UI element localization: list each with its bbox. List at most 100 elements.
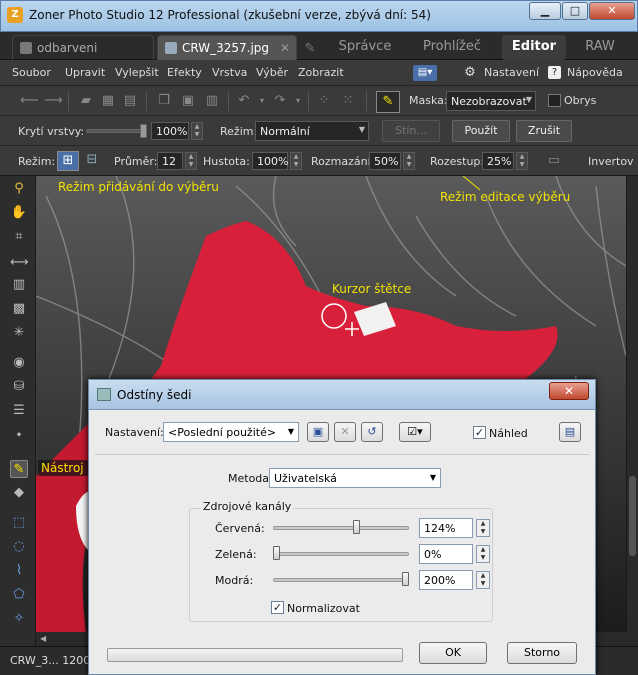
green-channel-slider-thumb[interactable]	[273, 546, 280, 560]
scroll-left-icon[interactable]: ◀	[40, 634, 46, 643]
opacity-stepper[interactable]: ▲ ▼	[191, 122, 203, 140]
diameter-input[interactable]: 12	[157, 152, 183, 170]
straighten-tool-icon[interactable]: ⟷	[10, 254, 29, 272]
vertical-scrollbar[interactable]	[626, 176, 638, 632]
forward-arrow-icon[interactable]: ⟶	[44, 93, 63, 109]
display-mode-icon[interactable]: ▤▾	[413, 65, 437, 81]
spacing-stepper[interactable]: ▲ ▼	[516, 152, 528, 170]
selection-edit-mode-icon[interactable]: ✎	[376, 91, 400, 113]
opacity-slider[interactable]	[86, 129, 146, 133]
delete-preset-icon[interactable]: ✕	[334, 422, 356, 442]
red-channel-slider[interactable]	[273, 526, 409, 530]
healing-tool-icon[interactable]: ☰	[10, 402, 28, 420]
brush-tool-icon[interactable]: ✎	[10, 460, 28, 478]
zoom-tool-icon[interactable]: ⚲	[10, 180, 28, 198]
red-channel-stepper[interactable]: ▲ ▼	[476, 519, 490, 537]
hand-tool-icon[interactable]: ✋	[10, 204, 28, 222]
split-view-icon[interactable]: ▤	[559, 422, 581, 442]
red-channel-slider-thumb[interactable]	[352, 520, 360, 534]
ellipse-selection-tool-icon[interactable]: ◌	[10, 538, 28, 556]
scrollbar-thumb[interactable]	[629, 476, 636, 556]
back-arrow-icon[interactable]: ⟵	[20, 93, 39, 109]
menu-efekty[interactable]: Efekty	[167, 66, 202, 79]
rect-selection-tool-icon[interactable]: ⬚	[10, 514, 28, 532]
menu-upravit[interactable]: Upravit	[65, 66, 105, 79]
blur-stepper[interactable]: ▲ ▼	[403, 152, 415, 170]
save-preset-icon[interactable]: ▣	[307, 422, 329, 442]
menu-napoveda[interactable]: Nápověda	[567, 66, 623, 79]
blue-channel-stepper[interactable]: ▲ ▼	[476, 571, 490, 589]
redo-dropdown-icon[interactable]: ▾	[290, 93, 306, 109]
subtract-from-selection-icon[interactable]: ⊟	[84, 152, 100, 168]
undo-icon[interactable]: ↶	[236, 93, 252, 109]
retouch-tool-icon[interactable]: ⬩	[10, 426, 28, 444]
menu-nastaveni[interactable]: Nastavení	[484, 66, 539, 79]
red-eye-tool-icon[interactable]: ◉	[10, 354, 28, 372]
checklist-dropdown-icon[interactable]: ☑▾	[399, 422, 431, 442]
close-tab-icon[interactable]: ✕	[280, 41, 290, 55]
method-select[interactable]: Uživatelská ▼	[269, 468, 441, 488]
print-icon[interactable]: ▤	[122, 93, 138, 109]
reset-icon[interactable]: ↺	[361, 422, 383, 442]
shadow-button[interactable]: Stín...	[382, 120, 440, 142]
green-channel-input[interactable]: 0%	[419, 544, 473, 564]
cancel-dialog-button[interactable]: Storno	[507, 642, 577, 664]
menu-vyber[interactable]: Výběr	[256, 66, 288, 79]
eraser-tool-icon[interactable]: ◆	[10, 484, 28, 502]
mask-select[interactable]: Nezobrazovat ▼	[446, 91, 536, 111]
magnifier-icon[interactable]: ▭	[546, 153, 562, 169]
distort-tool-icon[interactable]: ✳	[10, 324, 28, 342]
ok-button[interactable]: OK	[419, 642, 487, 664]
resize-tool-icon[interactable]: ▩	[10, 300, 28, 318]
clipboard-icon[interactable]: ▥	[204, 93, 220, 109]
minimize-button[interactable]: ▁	[529, 2, 561, 20]
blue-channel-slider[interactable]	[273, 578, 409, 582]
green-channel-slider[interactable]	[273, 552, 409, 556]
preset-select[interactable]: <Poslední použité> ▼	[163, 422, 299, 442]
tab-odbarveni[interactable]: odbarveni	[12, 35, 154, 60]
normalize-checkbox[interactable]: ✓	[271, 601, 284, 614]
menu-soubor[interactable]: Soubor	[12, 66, 51, 79]
crop-tool-icon[interactable]: ⌗	[10, 228, 28, 246]
redo-icon[interactable]: ↷	[272, 93, 288, 109]
red-channel-input[interactable]: 124%	[419, 518, 473, 538]
add-to-selection-icon[interactable]: ⊞	[57, 151, 79, 171]
save-icon[interactable]: ▦	[100, 93, 116, 109]
selection-frame-icon[interactable]: ⁙	[340, 93, 356, 109]
density-stepper[interactable]: ▲ ▼	[290, 152, 302, 170]
magic-wand-tool-icon[interactable]: ✧	[10, 610, 28, 628]
opacity-slider-thumb[interactable]	[140, 124, 147, 138]
green-channel-stepper[interactable]: ▲ ▼	[476, 545, 490, 563]
menu-vylepsit[interactable]: Vylepšit	[115, 66, 159, 79]
dialog-close-button[interactable]: ✕	[549, 382, 589, 400]
menu-zobrazit[interactable]: Zobrazit	[298, 66, 344, 79]
stamp-tool-icon[interactable]: ⛁	[10, 378, 28, 396]
mode-prohlizec[interactable]: Prohlížeč	[412, 35, 492, 60]
blur-input[interactable]: 50%	[369, 152, 401, 170]
blue-channel-slider-thumb[interactable]	[402, 572, 409, 586]
menu-vrstva[interactable]: Vrstva	[212, 66, 247, 79]
open-folder-icon[interactable]: ▰	[78, 93, 94, 109]
selection-nodes-icon[interactable]: ⁘	[316, 93, 332, 109]
invert-button[interactable]: Invertov	[588, 155, 634, 168]
preview-checkbox[interactable]: ✓	[473, 426, 486, 439]
opacity-input[interactable]: 100%	[151, 122, 189, 140]
blend-mode-select[interactable]: Normální ▼	[255, 121, 369, 141]
copy-icon[interactable]: ❐	[156, 93, 172, 109]
outline-checkbox[interactable]	[548, 94, 561, 107]
undo-dropdown-icon[interactable]: ▾	[254, 93, 270, 109]
perspective-tool-icon[interactable]: ▥	[10, 276, 28, 294]
lasso-tool-icon[interactable]: ⌇	[10, 562, 28, 580]
diameter-stepper[interactable]: ▲ ▼	[185, 152, 197, 170]
density-input[interactable]: 100%	[252, 152, 288, 170]
maximize-button[interactable]: □	[562, 2, 588, 20]
mode-editor[interactable]: Editor	[502, 35, 566, 60]
cancel-button[interactable]: Zrušit	[516, 120, 572, 142]
mode-spravce[interactable]: Správce	[330, 35, 400, 60]
polygon-lasso-tool-icon[interactable]: ⬠	[10, 586, 28, 604]
mode-raw[interactable]: RAW	[574, 35, 626, 60]
close-window-button[interactable]: ✕	[589, 2, 635, 20]
apply-button[interactable]: Použít	[452, 120, 510, 142]
tab-crw-3257[interactable]: CRW_3257.jpg ✕	[157, 35, 297, 60]
spacing-input[interactable]: 25%	[482, 152, 514, 170]
